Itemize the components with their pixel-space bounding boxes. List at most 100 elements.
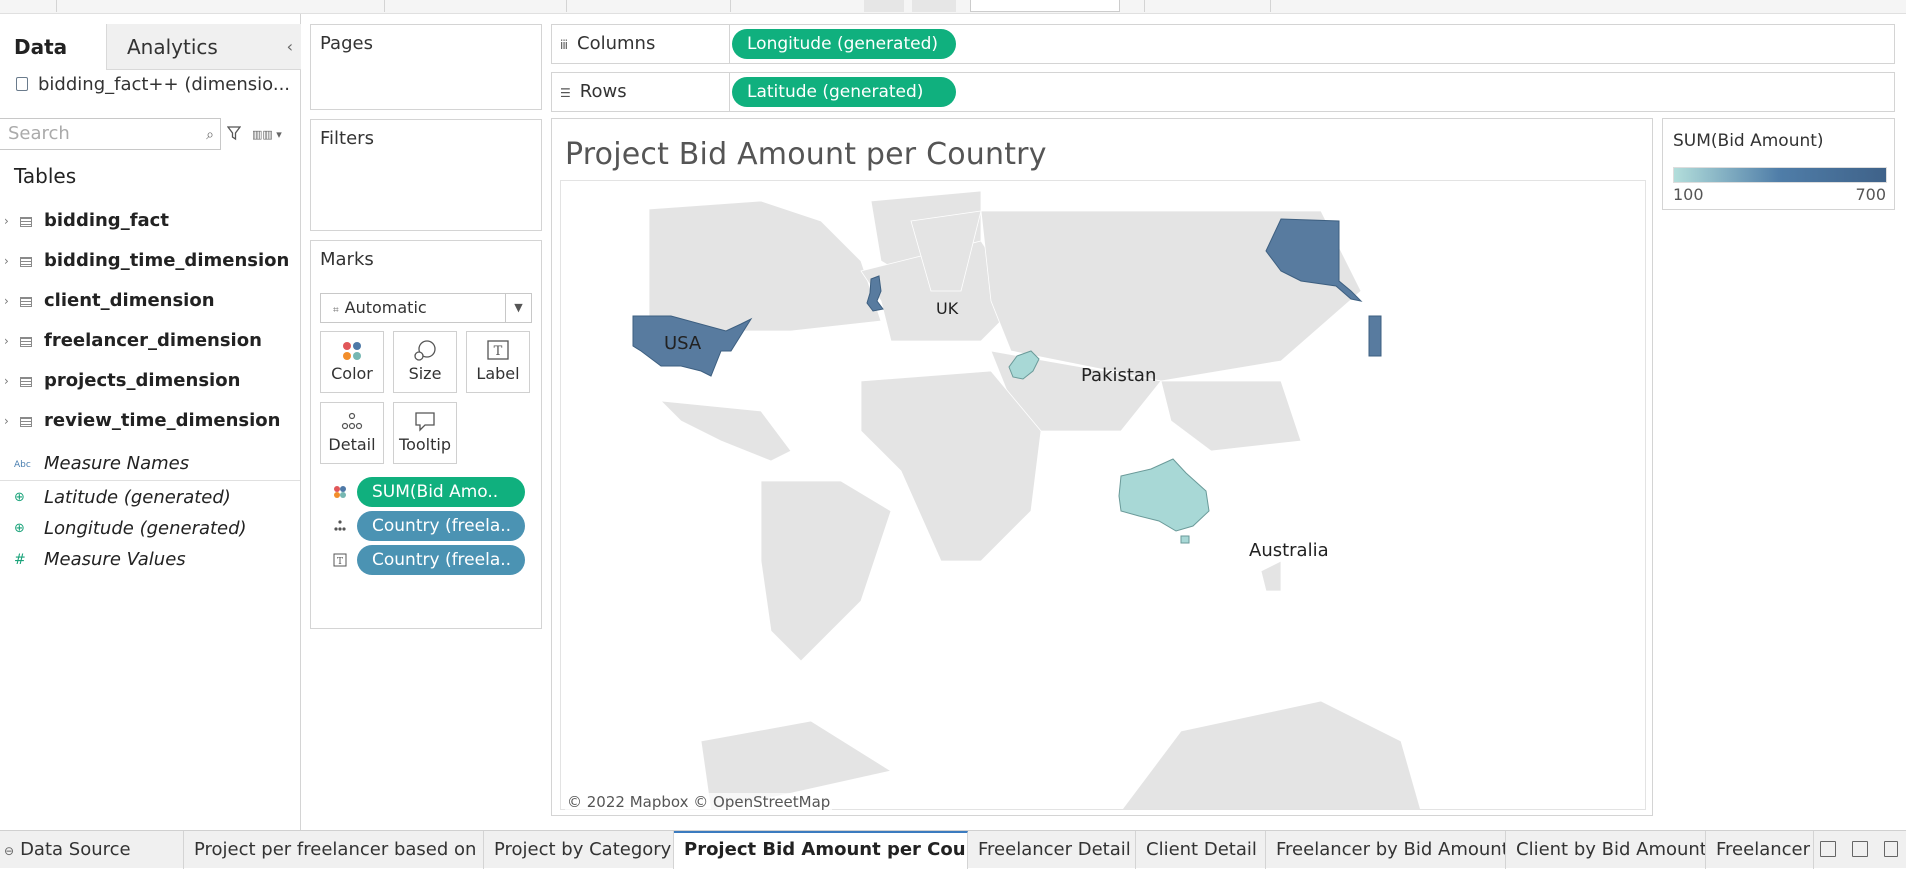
toolbar-divider xyxy=(730,0,731,12)
rows-shelf[interactable]: ☰ Rows Latitude (generated) xyxy=(551,72,1895,112)
tooltip-button[interactable]: Tooltip xyxy=(393,402,457,464)
table-icon xyxy=(20,257,32,267)
chevron-right-icon[interactable]: › xyxy=(4,286,9,316)
tab-project-bid-amount-per-country[interactable]: Project Bid Amount per Country xyxy=(674,831,968,869)
table-item-client-dimension[interactable]: › client_dimension xyxy=(0,286,300,316)
detail-button[interactable]: Detail xyxy=(320,402,384,464)
columns-label: Columns xyxy=(577,33,656,54)
longitude-pill[interactable]: Longitude (generated) xyxy=(732,29,956,59)
latitude-pill[interactable]: Latitude (generated) xyxy=(732,77,956,107)
tab-analytics-label: Analytics xyxy=(127,35,218,59)
table-label: review_time_dimension xyxy=(44,410,281,431)
filters-card[interactable]: Filters xyxy=(310,119,542,231)
tab-freelancer-by-bid-amount[interactable]: Freelancer by Bid Amount xyxy=(1266,831,1506,869)
table-item-freelancer-dimension[interactable]: › freelancer_dimension xyxy=(0,326,300,356)
rows-icon: ☰ xyxy=(560,86,571,100)
table-item-projects-dimension[interactable]: › projects_dimension xyxy=(0,366,300,396)
marks-field-detail: Country (freela.. xyxy=(311,511,531,541)
toolbar-button[interactable] xyxy=(912,0,956,12)
sum-bid-amount-pill[interactable]: SUM(Bid Amo.. xyxy=(357,477,525,507)
tab-data[interactable]: Data xyxy=(0,24,106,70)
filters-title: Filters xyxy=(320,128,374,149)
detail-icon xyxy=(334,520,346,531)
chevron-down-icon[interactable]: ▼ xyxy=(505,294,531,322)
datasource-name[interactable]: bidding_fact++ (dimensio... xyxy=(16,74,290,95)
country-detail-pill[interactable]: Country (freela.. xyxy=(357,511,525,541)
mark-type-value: Automatic xyxy=(344,298,427,317)
worksheet-view: Project Bid Amount per Country USA UK Pa… xyxy=(551,118,1653,816)
view-options-icon[interactable]: ▥▥ ▾ xyxy=(252,128,282,141)
pages-title: Pages xyxy=(320,33,373,54)
chevron-right-icon[interactable]: › xyxy=(4,246,9,276)
columns-icon: iii xyxy=(560,38,568,52)
chevron-right-icon[interactable]: › xyxy=(4,326,9,356)
color-icon xyxy=(334,486,346,498)
country-label-australia[interactable]: Australia xyxy=(1249,540,1329,561)
search-input[interactable]: Search ⌕ xyxy=(0,118,221,150)
toolbar-button[interactable] xyxy=(864,0,904,12)
detail-icon xyxy=(321,403,383,435)
marks-card: Marks ⌗ Automatic ▼ Color Size T Label De… xyxy=(310,240,542,629)
country-label-usa[interactable]: USA xyxy=(664,333,701,354)
legend-max-value: 700 xyxy=(1855,185,1886,204)
table-label: bidding_time_dimension xyxy=(44,250,290,271)
table-item-bidding-fact[interactable]: › bidding_fact xyxy=(0,206,300,236)
map-attribution: © 2022 Mapbox © OpenStreetMap xyxy=(565,793,833,811)
search-icon: ⌕ xyxy=(206,127,214,143)
pages-card[interactable]: Pages xyxy=(310,24,542,110)
tab-client-detail[interactable]: Client Detail xyxy=(1136,831,1266,869)
chevron-right-icon[interactable]: › xyxy=(4,366,9,396)
tab-data-source[interactable]: ⊖ Data Source xyxy=(0,831,184,869)
number-type-icon: # xyxy=(14,552,26,568)
table-item-bidding-time-dimension[interactable]: › bidding_time_dimension xyxy=(0,246,300,276)
divider xyxy=(0,480,300,481)
label-button[interactable]: T Label xyxy=(466,331,530,393)
field-label: Measure Values xyxy=(44,549,186,570)
chevron-right-icon[interactable]: › xyxy=(4,406,9,436)
tables-heading: Tables xyxy=(14,164,77,188)
toolbar xyxy=(0,0,1906,14)
worksheet-title[interactable]: Project Bid Amount per Country xyxy=(565,137,1047,172)
table-item-review-time-dimension[interactable]: › review_time_dimension xyxy=(0,406,300,436)
field-longitude[interactable]: ⊕ Longitude (generated) xyxy=(0,515,300,543)
country-label-uk[interactable]: UK xyxy=(936,299,958,318)
chevron-right-icon[interactable]: › xyxy=(4,206,9,236)
size-button[interactable]: Size xyxy=(393,331,457,393)
legend-title: SUM(Bid Amount) xyxy=(1673,131,1824,151)
tab-freelancer-truncated[interactable]: Freelancer l xyxy=(1706,831,1814,869)
detail-label: Detail xyxy=(328,435,376,454)
new-story-icon[interactable] xyxy=(1884,841,1898,857)
data-pane: Data Analytics ‹ bidding_fact++ (dimensi… xyxy=(0,14,301,830)
map-area[interactable]: USA UK Pakistan Australia xyxy=(560,180,1646,810)
filter-icon[interactable] xyxy=(227,124,241,142)
toolbar-divider xyxy=(566,0,567,12)
chevron-left-icon[interactable]: ‹ xyxy=(287,24,293,70)
tab-freelancer-detail[interactable]: Freelancer Detail xyxy=(968,831,1136,869)
field-measure-values[interactable]: # Measure Values xyxy=(0,546,300,574)
text-label-icon: T xyxy=(467,332,529,364)
rows-shelf-label: ☰ Rows xyxy=(552,73,730,111)
columns-shelf[interactable]: iii Columns Longitude (generated) xyxy=(551,24,1895,64)
field-latitude[interactable]: ⊕ Latitude (generated) xyxy=(0,484,300,512)
field-measure-names[interactable]: Abc Measure Names xyxy=(0,450,300,478)
tab-analytics[interactable]: Analytics ‹ xyxy=(106,24,301,70)
table-icon xyxy=(20,377,32,387)
color-legend[interactable]: SUM(Bid Amount) 100 700 xyxy=(1662,118,1895,210)
datasource-label: bidding_fact++ (dimensio... xyxy=(38,74,291,95)
marks-title: Marks xyxy=(320,249,374,270)
tab-project-per-freelancer[interactable]: Project per freelancer based on ... xyxy=(184,831,484,869)
tab-label: Data Source xyxy=(20,839,131,860)
country-label-pill[interactable]: Country (freela.. xyxy=(357,545,525,575)
new-dashboard-icon[interactable] xyxy=(1852,841,1868,857)
rows-label: Rows xyxy=(579,81,627,102)
map-land-layer xyxy=(648,190,1421,809)
toolbar-dropdown[interactable] xyxy=(970,0,1120,12)
tab-project-by-category[interactable]: Project by Category xyxy=(484,831,674,869)
new-worksheet-icon[interactable] xyxy=(1820,841,1836,857)
mark-type-dropdown[interactable]: ⌗ Automatic ▼ xyxy=(320,293,532,323)
country-label-pakistan[interactable]: Pakistan xyxy=(1081,365,1156,386)
world-map[interactable] xyxy=(561,181,1646,810)
tab-client-by-bid-amount[interactable]: Client by Bid Amount xyxy=(1506,831,1706,869)
toolbar-divider xyxy=(384,0,385,12)
color-button[interactable]: Color xyxy=(320,331,384,393)
